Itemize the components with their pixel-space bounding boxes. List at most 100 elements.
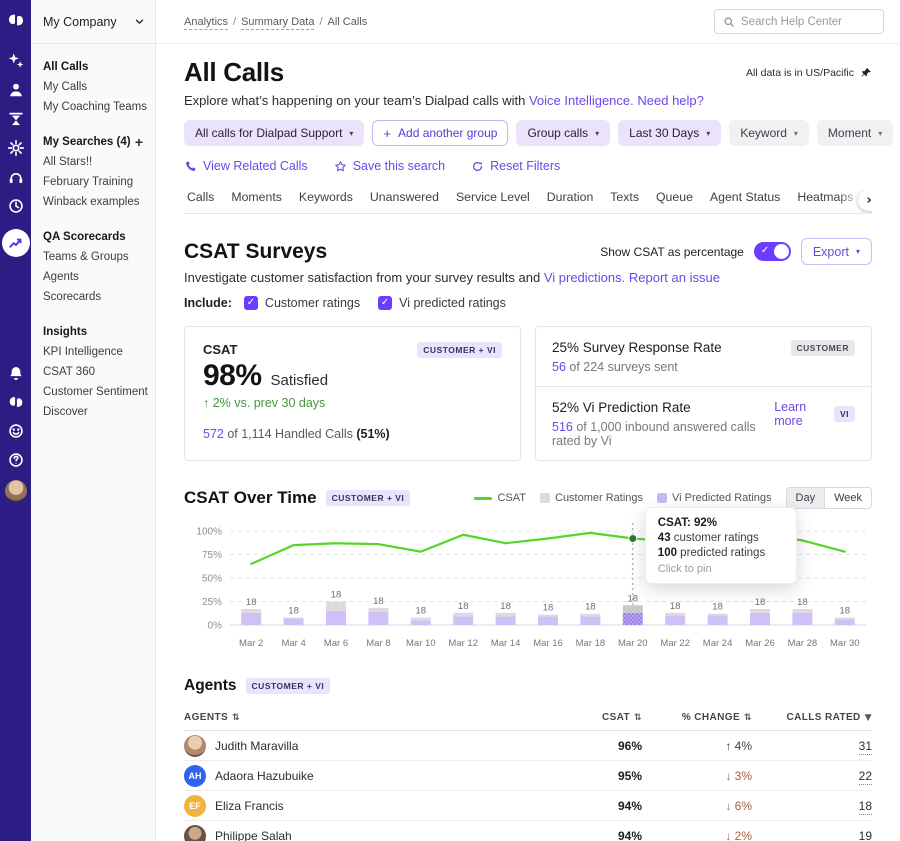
filter-pill-add-another-group[interactable]: +Add another group [372,120,508,146]
agent-calls-rated[interactable]: 22 [859,769,872,785]
rail-notifications-icon[interactable] [7,364,25,382]
sidebar-item-scorecards[interactable]: Scorecards [43,287,155,307]
column-header-agents[interactable]: AGENTS⇅ [184,712,562,723]
svg-text:18: 18 [840,605,851,616]
sidebar-item-agents[interactable]: Agents [43,267,155,287]
svg-text:Mar 12: Mar 12 [448,638,478,649]
rail-contacts-icon[interactable] [7,81,25,99]
add-search-button[interactable]: + [135,135,143,149]
rated-calls-link[interactable]: 516 [552,420,573,434]
tab-moments[interactable]: Moments [228,190,285,213]
chart-tooltip[interactable]: CSAT: 92% 43 customer ratings 100 predic… [645,507,797,584]
agent-row-adaora-hazubuike[interactable]: AHAdaora Hazubuike95%↓ 3%22 [184,761,872,791]
app-root: My Company All CallsMy CallsMy Coaching … [0,0,900,841]
rail-coaching-hub-icon[interactable] [7,110,25,128]
surveys-link[interactable]: 56 [552,360,566,374]
column-header-calls-rated[interactable]: CALLS RATED▼ [752,712,872,723]
svg-text:Mar 26: Mar 26 [745,638,775,649]
chart-area[interactable]: 0%25%50%75%100%18Mar 218Mar 418Mar 618Ma… [184,521,872,653]
granularity-day-button[interactable]: Day [787,488,825,508]
svg-text:18: 18 [543,603,554,614]
csat-stat-card: CSAT CUSTOMER + VI 98% Satisfied ↑ 2% vs… [184,326,521,461]
column-header-change[interactable]: % CHANGE⇅ [642,712,752,723]
sidebar-item-february-training[interactable]: February Training [43,172,155,192]
breadcrumb-analytics[interactable]: Analytics [184,16,228,30]
day-week-toggle: DayWeek [786,487,872,509]
voice-intelligence-link[interactable]: Voice Intelligence. [529,93,634,108]
tab-calls[interactable]: Calls [184,190,217,213]
agent-csat: 94% [562,799,642,813]
company-switcher[interactable]: My Company [31,0,155,44]
rail-ai-sparkles-icon[interactable] [7,52,25,70]
sidebar-item-discover[interactable]: Discover [43,402,155,422]
sidebar-item-winback-examples[interactable]: Winback examples [43,192,155,212]
tab-queue[interactable]: Queue [653,190,696,213]
agent-calls-rated[interactable]: 31 [859,739,872,755]
rail-analytics-icon[interactable] [2,229,30,257]
filter-pill-last-30-days[interactable]: Last 30 Days▾ [618,120,721,146]
help-search-box[interactable] [714,9,884,34]
action-view-related-calls[interactable]: View Related Calls [184,159,308,173]
pin-icon[interactable] [860,67,872,79]
svg-text:Mar 10: Mar 10 [406,638,436,649]
timezone-text: All data is in US/Pacific [746,67,854,79]
sidebar-item-all-calls[interactable]: All Calls [43,57,155,77]
sidebar-item-csat-360[interactable]: CSAT 360 [43,362,155,382]
legend-label: Vi Predicted Ratings [672,492,771,504]
checkbox-customer-ratings[interactable]: ✓Customer ratings [244,296,360,310]
report-issue-link[interactable]: Report an issue [629,270,720,285]
sidebar-item-my-coaching-teams[interactable]: My Coaching Teams [43,97,155,117]
agent-row-philippe-salah[interactable]: Philippe Salah94%↓ 2%19 [184,821,872,841]
legend-swatch [657,493,667,503]
sidebar-item-all-stars[interactable]: All Stars!! [43,152,155,172]
breadcrumb-all-calls: All Calls [328,16,368,28]
vi-predictions-link[interactable]: Vi predictions. [544,270,625,285]
tab-agent-status[interactable]: Agent Status [707,190,783,213]
csat-percentage-toggle[interactable]: ✓ [754,242,791,261]
tab-keywords[interactable]: Keywords [296,190,356,213]
column-header-csat[interactable]: CSAT⇅ [562,712,642,723]
svg-text:75%: 75% [202,550,222,561]
rail-support-headset-icon[interactable] [7,168,25,186]
sidebar-item-teams-groups[interactable]: Teams & Groups [43,247,155,267]
export-button[interactable]: Export▾ [801,238,872,265]
need-help-link[interactable]: Need help? [637,93,704,108]
sidebar-item-kpi-intelligence[interactable]: KPI Intelligence [43,342,155,362]
rail-settings-icon[interactable] [7,139,25,157]
rail-feedback-icon[interactable] [7,422,25,440]
tab-texts[interactable]: Texts [607,190,642,213]
search-input[interactable] [741,16,875,28]
checkbox-vi-predicted-ratings[interactable]: ✓Vi predicted ratings [378,296,506,310]
pill-label: Add another group [398,126,497,140]
learn-more-link[interactable]: Learn more [774,400,822,428]
rail-help-icon[interactable] [7,451,25,469]
handled-calls-link[interactable]: 572 [203,427,224,441]
action-reset-filters[interactable]: Reset Filters [471,159,560,173]
breadcrumb-summary-data[interactable]: Summary Data [241,16,314,30]
agent-row-judith-maravilla[interactable]: Judith Maravilla96%↑ 4%31 [184,731,872,761]
filter-pill-keyword[interactable]: Keyword▾ [729,120,809,146]
csat-change: ↑ 2% vs. prev 30 days [203,396,502,410]
sidebar-item-customer-sentiment[interactable]: Customer Sentiment [43,382,155,402]
tab-unanswered[interactable]: Unanswered [367,190,442,213]
caret-down-icon: ▾ [794,129,798,138]
tab-duration[interactable]: Duration [544,190,596,213]
rates-card: 25% Survey Response Rate 56 of 224 surve… [535,326,872,461]
granularity-week-button[interactable]: Week [824,488,871,508]
rail-history-icon[interactable] [7,197,25,215]
filter-pill-all-calls-for-dialpad-support[interactable]: All calls for Dialpad Support▾ [184,120,364,146]
agent-calls-rated[interactable]: 19 [859,829,872,841]
tab-service-level[interactable]: Service Level [453,190,533,213]
agent-calls-rated[interactable]: 18 [859,799,872,815]
agent-row-eliza-francis[interactable]: EFEliza Francis94%↓ 6%18 [184,791,872,821]
action-save-this-search[interactable]: Save this search [334,159,445,173]
filter-pill-group-calls[interactable]: Group calls▾ [516,120,610,146]
sidebar-item-my-calls[interactable]: My Calls [43,77,155,97]
rail-dialpad-mini-icon[interactable] [7,393,25,411]
action-label: View Related Calls [203,159,308,173]
filter-actions: View Related Calls Save this search Reset … [184,159,872,173]
svg-text:Mar 22: Mar 22 [660,638,690,649]
rail-user-avatar[interactable] [5,480,27,502]
svg-text:Mar 6: Mar 6 [324,638,348,649]
filter-pill-moment[interactable]: Moment▾ [817,120,893,146]
